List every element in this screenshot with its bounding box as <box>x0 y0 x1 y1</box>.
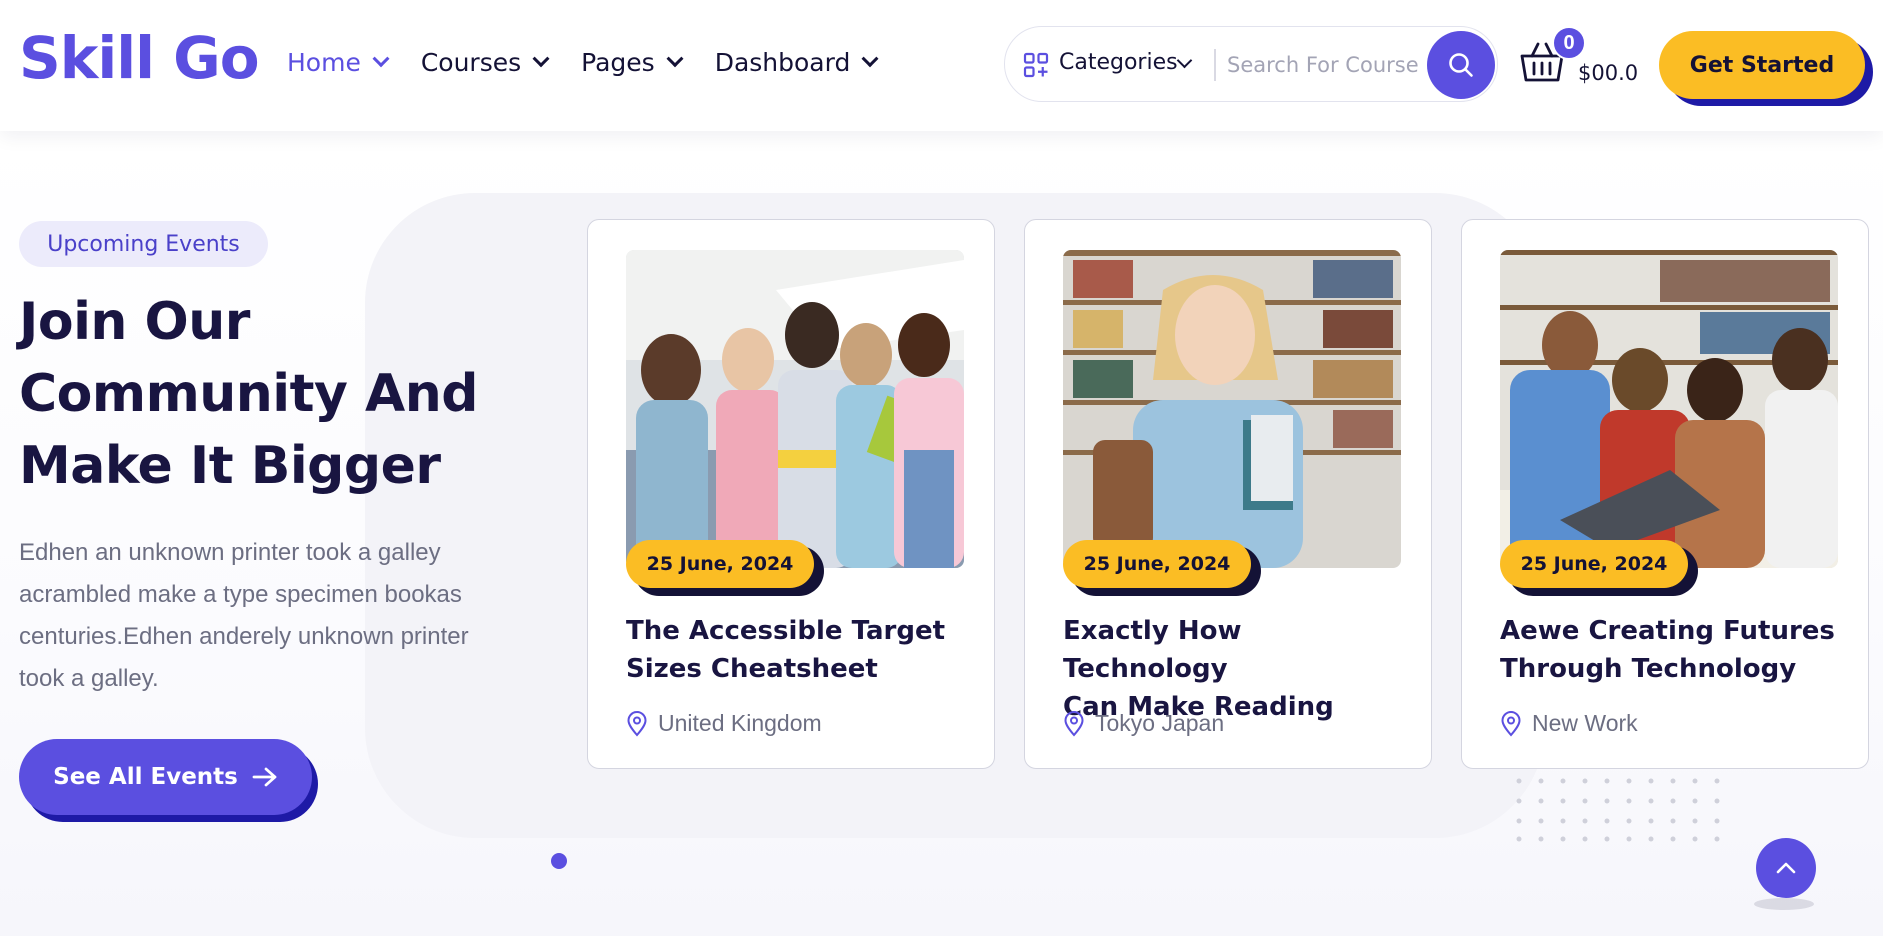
button-shadow <box>1754 898 1814 910</box>
event-date-badge: 25 June, 2024 <box>1500 540 1688 588</box>
divider <box>1214 49 1216 81</box>
event-title[interactable]: The Accessible Target Sizes Cheatsheet <box>626 612 976 688</box>
arrow-right-icon <box>252 767 277 787</box>
nav-item-label: Pages <box>581 48 655 77</box>
title-line: Through Technology <box>1500 654 1797 684</box>
nav-item-pages[interactable]: Pages <box>581 48 684 77</box>
button-label: See All Events <box>53 764 238 790</box>
map-pin-icon <box>627 710 647 737</box>
title-line: Exactly How Technology <box>1063 616 1242 684</box>
categories-dropdown[interactable]: Categories <box>1059 50 1178 75</box>
chevron-down-icon <box>1176 52 1193 69</box>
site-logo[interactable]: Skill Go <box>19 24 260 92</box>
event-title[interactable]: Exactly How Technology Can Make Reading <box>1063 612 1413 726</box>
section-description: Edhen an unknown printer took a galley a… <box>19 532 519 700</box>
location-label: Tokyo Japan <box>1095 710 1225 736</box>
title-line: The Accessible Target <box>626 616 946 646</box>
cart-count-badge: 0 <box>1552 26 1586 60</box>
event-image <box>626 250 964 568</box>
main-nav: Home Courses Pages Dashboard <box>287 48 910 77</box>
nav-item-dashboard[interactable]: Dashboard <box>714 48 879 77</box>
map-pin-icon <box>1064 710 1084 737</box>
title-line: Aewe Creating Futures <box>1500 616 1835 646</box>
carousel-dot[interactable] <box>551 853 567 869</box>
site-header: Skill Go Home Courses Pages Dashboard Ca… <box>0 0 1883 131</box>
description-line: centuries.Edhen anderely unknown printer <box>19 623 469 650</box>
event-image <box>1063 250 1401 568</box>
decorative-dot-pattern <box>1516 778 1720 842</box>
grid-plus-icon <box>1023 52 1049 78</box>
search-button[interactable] <box>1427 31 1495 99</box>
location-label: United Kingdom <box>658 710 822 736</box>
event-location: New Work <box>1500 710 1638 737</box>
title-line: Sizes Cheatsheet <box>626 654 878 684</box>
cart-total: $00.0 <box>1578 61 1639 85</box>
chevron-down-icon <box>861 49 879 67</box>
event-image <box>1500 250 1838 568</box>
event-location: United Kingdom <box>626 710 822 737</box>
chevron-down-icon <box>532 49 550 67</box>
event-location: Tokyo Japan <box>1063 710 1224 737</box>
event-title[interactable]: Aewe Creating Futures Through Technology <box>1500 612 1850 688</box>
event-date-badge: 25 June, 2024 <box>1063 540 1251 588</box>
nav-item-label: Dashboard <box>714 48 851 77</box>
search-bar: Categories <box>1004 26 1498 102</box>
heading-line: Join Our <box>19 292 250 352</box>
section-heading: Join Our Community And Make It Bigger <box>19 286 519 502</box>
see-all-events-button[interactable]: See All Events <box>19 739 312 815</box>
event-card[interactable]: 25 June, 2024 Exactly How Technology Can… <box>1024 219 1432 769</box>
description-line: took a galley. <box>19 665 159 692</box>
search-icon <box>1449 53 1473 77</box>
event-card[interactable]: 25 June, 2024 Aewe Creating Futures Thro… <box>1461 219 1869 769</box>
event-card[interactable]: 25 June, 2024 The Accessible Target Size… <box>587 219 995 769</box>
location-label: New Work <box>1532 710 1638 736</box>
search-input[interactable] <box>1227 47 1427 83</box>
get-started-button[interactable]: Get Started <box>1659 31 1865 99</box>
nav-item-label: Courses <box>420 48 522 77</box>
chevron-up-icon <box>1776 862 1796 874</box>
event-date-badge: 25 June, 2024 <box>626 540 814 588</box>
description-line: Edhen an unknown printer took a galley <box>19 539 441 566</box>
heading-line: Community And <box>19 364 478 424</box>
section-badge: Upcoming Events <box>19 221 268 267</box>
nav-item-courses[interactable]: Courses <box>420 48 550 77</box>
heading-line: Make It Bigger <box>19 436 441 496</box>
nav-item-label: Home <box>287 48 361 77</box>
nav-item-home[interactable]: Home <box>287 48 390 77</box>
description-line: acrambled make a type specimen bookas <box>19 581 462 608</box>
map-pin-icon <box>1501 710 1521 737</box>
chevron-down-icon <box>666 49 684 67</box>
chevron-down-icon <box>372 49 390 67</box>
scroll-to-top-button[interactable] <box>1756 838 1816 898</box>
